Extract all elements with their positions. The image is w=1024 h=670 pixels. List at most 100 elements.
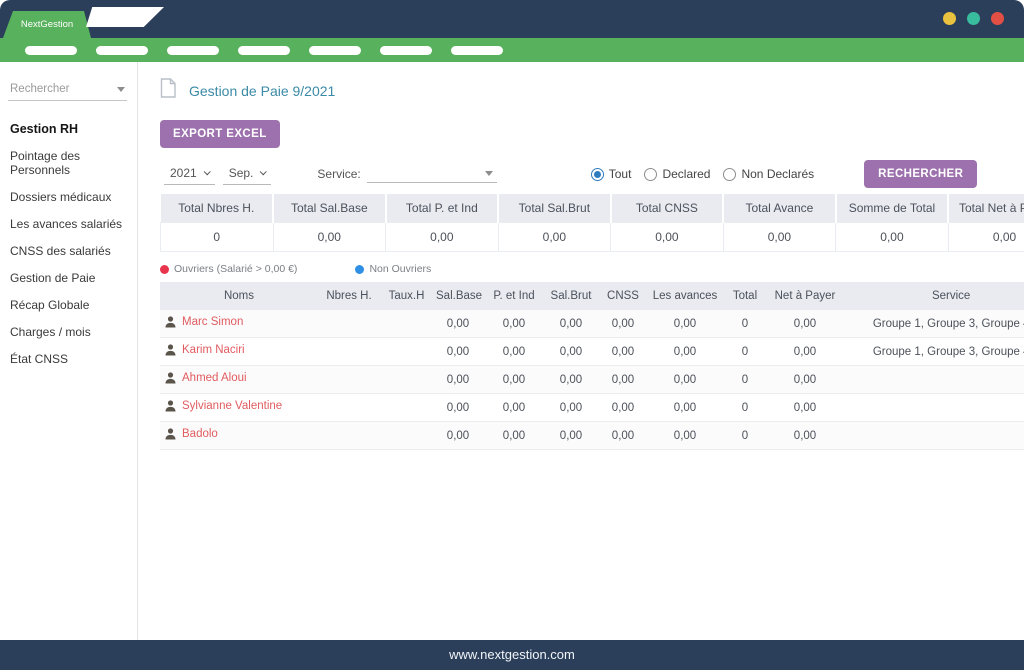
- cell-service: Groupe 1, Groupe 3, Groupe 4: [841, 338, 1024, 366]
- title-row: Gestion de Paie 9/2021: [160, 78, 1024, 103]
- year-select[interactable]: 2021: [164, 164, 215, 185]
- payroll-header-row: Noms Nbres H. Taux.H Sal.Base P. et Ind …: [160, 282, 1024, 310]
- cell-avances: 0,00: [649, 366, 721, 394]
- cell-service: [841, 366, 1024, 394]
- cell-avances: 0,00: [649, 394, 721, 422]
- summary-header-row: Total Nbres H. Total Sal.Base Total P. e…: [161, 194, 1024, 223]
- cell-nbres-h: [318, 394, 380, 422]
- person-icon: [165, 372, 176, 384]
- nav-pill[interactable]: [451, 46, 503, 55]
- column-header-sal-base: Sal.Base: [433, 282, 483, 310]
- cell-sal-base: 0,00: [433, 310, 483, 338]
- summary-header: Total CNSS: [611, 194, 724, 223]
- cell-cnss: 0,00: [597, 366, 649, 394]
- radio-tout-label: Tout: [609, 167, 632, 181]
- cell-nbres-h: [318, 366, 380, 394]
- sidebar-item-recap-globale[interactable]: Récap Globale: [0, 295, 137, 315]
- cell-sal-base: 0,00: [433, 422, 483, 450]
- rechercher-button[interactable]: RECHERCHER: [864, 160, 977, 188]
- radio-non-declares[interactable]: Non Declarés: [723, 167, 814, 181]
- chevron-down-icon: [260, 168, 267, 175]
- column-header-net-a-payer: Net à Payer: [769, 282, 841, 310]
- nav-pill[interactable]: [309, 46, 361, 55]
- summary-header: Total Net à Payer: [948, 194, 1024, 223]
- month-select-value: Sep.: [229, 166, 254, 180]
- cell-cnss: 0,00: [597, 422, 649, 450]
- summary-value: 0: [161, 223, 274, 252]
- sidebar-item-gestion-de-paie[interactable]: Gestion de Paie: [0, 268, 137, 288]
- column-header-cnss: CNSS: [597, 282, 649, 310]
- cell-cnss: 0,00: [597, 394, 649, 422]
- employee-name-link[interactable]: Marc Simon: [165, 316, 243, 328]
- month-select[interactable]: Sep.: [223, 164, 272, 185]
- page-title: Gestion de Paie 9/2021: [189, 83, 335, 99]
- employee-name-link[interactable]: Karim Naciri: [165, 344, 245, 356]
- column-header-les-avances: Les avances: [649, 282, 721, 310]
- cell-nbres-h: [318, 422, 380, 450]
- sidebar-search-select[interactable]: Rechercher: [8, 80, 127, 101]
- window-dot-teal[interactable]: [967, 12, 980, 25]
- cell-net: 0,00: [769, 366, 841, 394]
- sidebar-item-etat-cnss[interactable]: État CNSS: [0, 349, 137, 369]
- legend-non-ouvriers-label: Non Ouvriers: [369, 263, 431, 275]
- legend: Ouvriers (Salarié > 0,00 €) Non Ouvriers: [160, 263, 1024, 275]
- column-header-total: Total: [721, 282, 769, 310]
- cell-nbres-h: [318, 338, 380, 366]
- nav-pill[interactable]: [25, 46, 77, 55]
- cell-sal-brut: 0,00: [545, 310, 597, 338]
- cell-cnss: 0,00: [597, 338, 649, 366]
- nav-pill[interactable]: [238, 46, 290, 55]
- person-icon: [165, 316, 176, 328]
- nav-pill[interactable]: [380, 46, 432, 55]
- summary-value: 0,00: [836, 223, 949, 252]
- window-controls: [943, 12, 1004, 25]
- red-dot-icon: [160, 265, 169, 274]
- table-row: Sylvianne Valentine 0,00 0,00 0,00 0,00 …: [160, 394, 1024, 422]
- sidebar-search-placeholder: Rechercher: [10, 83, 69, 95]
- sidebar-item-pointage-des-personnels[interactable]: Pointage des Personnels: [0, 146, 137, 180]
- sidebar-item-dossiers-medicaux[interactable]: Dossiers médicaux: [0, 187, 137, 207]
- window-dot-yellow[interactable]: [943, 12, 956, 25]
- employee-name-link[interactable]: Badolo: [165, 428, 218, 440]
- radio-dot: [644, 168, 657, 181]
- export-excel-button[interactable]: EXPORT EXCEL: [160, 120, 280, 148]
- employee-name-link[interactable]: Sylvianne Valentine: [165, 400, 282, 412]
- cell-net: 0,00: [769, 310, 841, 338]
- person-icon: [165, 428, 176, 440]
- brand-tab[interactable]: NextGestion: [3, 11, 91, 38]
- chevron-down-icon: [203, 168, 210, 175]
- cell-service: Groupe 1, Groupe 3, Groupe 4: [841, 310, 1024, 338]
- sidebar-item-charges-mois[interactable]: Charges / mois: [0, 322, 137, 342]
- cell-taux-h: [380, 310, 433, 338]
- summary-value: 0,00: [498, 223, 611, 252]
- service-select[interactable]: [367, 165, 497, 183]
- tab-shape: [86, 7, 164, 27]
- window-dot-red[interactable]: [991, 12, 1004, 25]
- cell-p-et-ind: 0,00: [483, 310, 545, 338]
- declaration-radio-group: Tout Declared Non Declarés: [591, 167, 814, 181]
- summary-value: 0,00: [723, 223, 836, 252]
- cell-sal-brut: 0,00: [545, 338, 597, 366]
- radio-tout[interactable]: Tout: [591, 167, 632, 181]
- radio-declared-label: Declared: [662, 167, 710, 181]
- nav-pill[interactable]: [167, 46, 219, 55]
- sidebar-item-cnss-des-salaries[interactable]: CNSS des salariés: [0, 241, 137, 261]
- cell-total: 0: [721, 310, 769, 338]
- column-header-sal-brut: Sal.Brut: [545, 282, 597, 310]
- sidebar-menu: Gestion RH Pointage des Personnels Dossi…: [0, 119, 137, 369]
- person-icon: [165, 344, 176, 356]
- sidebar: Rechercher Gestion RH Pointage des Perso…: [0, 62, 138, 640]
- sidebar-item-les-avances-salaries[interactable]: Les avances salariés: [0, 214, 137, 234]
- cell-total: 0: [721, 366, 769, 394]
- document-icon: [160, 78, 176, 103]
- cell-total: 0: [721, 394, 769, 422]
- table-row: Karim Naciri 0,00 0,00 0,00 0,00 0,00 0 …: [160, 338, 1024, 366]
- employee-name-link[interactable]: Ahmed Aloui: [165, 372, 247, 384]
- totals-summary-table: Total Nbres H. Total Sal.Base Total P. e…: [160, 194, 1024, 252]
- cell-p-et-ind: 0,00: [483, 422, 545, 450]
- sidebar-section-gestion-rh: Gestion RH: [0, 119, 137, 139]
- payroll-table: Noms Nbres H. Taux.H Sal.Base P. et Ind …: [160, 282, 1024, 450]
- legend-ouvriers: Ouvriers (Salarié > 0,00 €): [160, 263, 297, 275]
- radio-declared[interactable]: Declared: [644, 167, 710, 181]
- nav-pill[interactable]: [96, 46, 148, 55]
